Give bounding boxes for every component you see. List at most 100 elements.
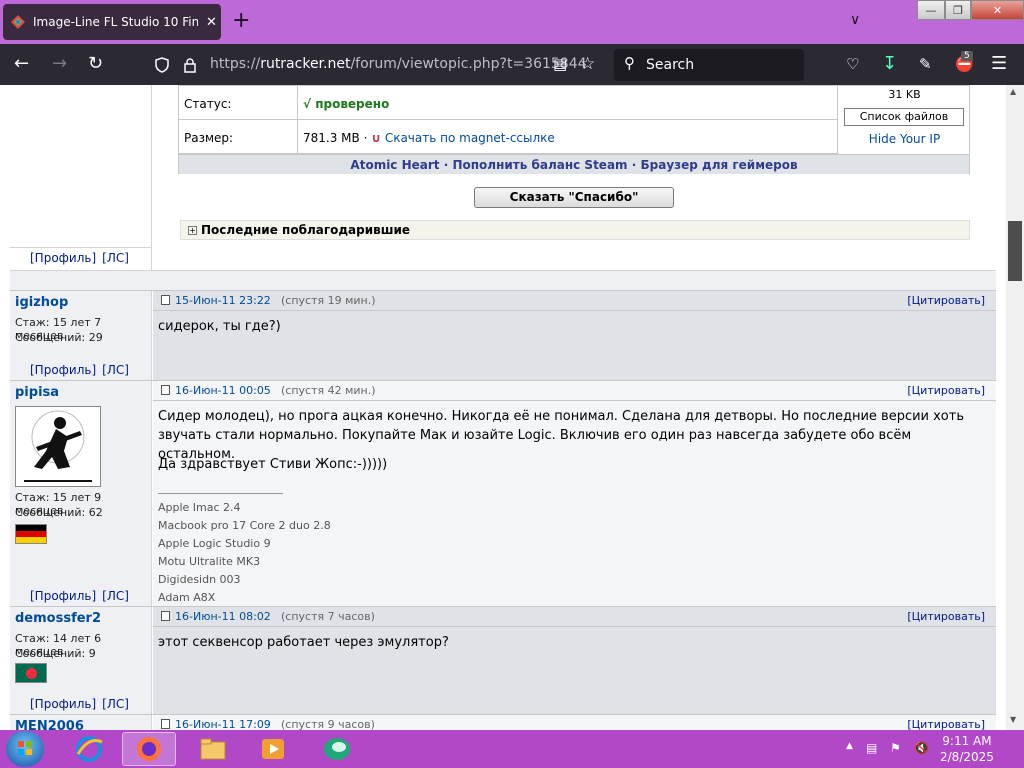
maximize-button[interactable]: ❐ [945,0,971,20]
profile-links: [Профиль] [ЛС] [30,697,135,711]
tab-close-icon[interactable]: ✕ [206,15,217,30]
url-text[interactable]: https://rutracker.net/forum/viewtopic.ph… [210,56,587,72]
status-value: √ проверено [303,97,389,111]
post-date[interactable]: 15-Июн-11 23:22 [175,294,271,307]
system-clock[interactable]: 9:11 AM 2/8/2025 [940,733,994,765]
post-date[interactable]: 16-Июн-11 00:05 [175,384,271,397]
profile-link[interactable]: [Профиль] [30,251,96,265]
torrent-file-size: 31 KB [888,88,921,101]
minimize-button[interactable]: — [917,0,945,20]
magnet-link[interactable]: Скачать по magnet-ссылке [385,131,555,145]
pm-link[interactable]: [ЛС] [102,363,129,377]
windows-start-button[interactable] [6,731,44,767]
guitarist-silhouette-icon [24,410,92,482]
page-content: [Профиль] [ЛС] Статус: √ проверено Размер… [0,85,1006,730]
size-row: Размер: 781.3 MB · ∪ Скачать по magnet-с… [179,120,837,154]
shield-icon[interactable] [154,57,170,73]
reader-view-icon[interactable]: ▤ [553,53,567,75]
pm-link[interactable]: [ЛС] [102,251,129,265]
magnet-icon: ∪ [371,131,381,145]
forum-post: igizhop Стаж: 15 лет 7 месяцев Сообщений… [10,290,996,380]
file-explorer-icon[interactable] [186,732,240,766]
file-list-button[interactable]: Список файлов [844,108,964,126]
separator: · [363,131,368,145]
germany-flag-icon [15,524,47,544]
extensions-icon[interactable]: ✎ [919,53,932,75]
url-scheme: https:// [210,56,261,72]
flag-disc [26,668,37,679]
ad-link[interactable]: Браузер для геймеров [640,158,797,172]
chat-app-icon[interactable] [310,732,364,766]
say-thanks-button[interactable]: Сказать "Спасибо" [474,187,674,208]
ad-link[interactable]: Пополнить баланс Steam [452,158,627,172]
close-window-button[interactable]: ✕ [971,0,1024,20]
lock-icon[interactable] [182,57,198,73]
forum-post: pipisa Стаж: 15 лет 9 месяцев Сообщений:… [10,380,996,606]
hide-ip-link[interactable]: Hide Your IP [838,132,971,146]
tab-title: Image-Line FL Studio 10 Final P [33,15,198,29]
pm-link[interactable]: [ЛС] [102,589,129,603]
forum-post: demossfer2 Стаж: 14 лет 6 месяцев Сообще… [10,606,996,714]
post-author-messages: Сообщений: 62 [15,506,103,519]
search-placeholder: Search [646,57,695,73]
status-row: Статус: √ проверено [179,86,837,120]
profile-link[interactable]: [Профиль] [30,363,96,377]
column-divider [297,120,298,153]
signature-line: Motu Ultralite MK3 [158,555,261,568]
bookmark-star-icon[interactable]: ☆ [580,53,595,75]
post-body-column: 16-Июн-11 08:02 (спустя 7 часов) [Цитиро… [153,607,996,714]
new-tab-button[interactable]: + [232,10,250,32]
internet-explorer-icon[interactable] [62,732,116,766]
post-date[interactable]: 16-Июн-11 08:02 [175,610,271,623]
separator: · [627,158,641,172]
ad-link[interactable]: Atomic Heart [350,158,439,172]
status-text: проверено [315,97,390,111]
post-elapsed: (спустя 7 часов) [281,610,375,623]
post-date[interactable]: 16-Июн-11 17:09 [175,718,271,730]
last-thankers-toggle[interactable]: + Последние поблагодарившие [180,220,970,240]
forward-arrow-icon[interactable]: → [52,53,67,75]
quote-link[interactable]: [Цитировать] [907,294,985,307]
post-author-nick[interactable]: pipisa [15,385,59,400]
profile-link[interactable]: [Профиль] [30,697,96,711]
post-body-column: 16-Июн-11 00:05 (спустя 42 мин.) [Цитиро… [153,381,996,606]
downloads-icon[interactable]: ↧ [882,53,897,75]
list-all-tabs-button[interactable]: ∨ [850,12,860,28]
app-menu-icon[interactable]: ☰ [991,53,1007,75]
profile-link[interactable]: [Профиль] [30,589,96,603]
post-icon [161,719,170,729]
post-header: 16-Июн-11 17:09 (спустя 9 часов) [Цитиро… [153,715,996,730]
quote-link[interactable]: [Цитировать] [907,384,985,397]
search-box[interactable]: ⚲ Search [614,49,804,81]
signature-line: Digidesidn 003 [158,573,241,586]
quote-link[interactable]: [Цитировать] [907,610,985,623]
scroll-up-arrow-icon[interactable]: ▲ [1010,87,1016,96]
back-arrow-icon[interactable]: ← [14,53,29,75]
scroll-down-arrow-icon[interactable]: ▼ [1010,715,1016,724]
torrent-info-table: Статус: √ проверено Размер: 781.3 MB · ∪… [178,85,970,174]
network-icon[interactable]: ▤ [866,741,877,755]
media-player-icon[interactable] [246,732,300,766]
profile-links: [Профиль] [ЛС] [30,589,135,603]
firefox-icon[interactable] [122,732,176,766]
page-scrollbar[interactable]: ▲ ▼ [1006,85,1024,730]
post-author-nick[interactable]: demossfer2 [15,611,101,626]
expand-plus-icon[interactable]: + [188,226,197,235]
volume-muted-icon[interactable]: 🔇 [914,741,929,755]
first-post-profile-cell: [Профиль] [ЛС] [10,247,152,270]
url-bar[interactable]: https://rutracker.net/forum/viewtopic.ph… [148,49,608,81]
reload-icon[interactable]: ↻ [88,53,103,75]
clock-date: 2/8/2025 [940,750,994,764]
quote-link[interactable]: [Цитировать] [907,718,985,730]
browser-tab[interactable]: Image-Line FL Studio 10 Final P ✕ [3,4,221,40]
extension-badge: 5 [961,51,973,61]
post-author-nick[interactable]: igizhop [15,295,68,310]
scroll-thumb[interactable] [1008,221,1022,281]
post-text: этот секвенсор работает через эмулятор? [158,635,449,650]
show-hidden-icons-icon[interactable]: ▲ [846,741,853,751]
action-center-flag-icon[interactable]: ⚑ [890,741,901,755]
pocket-icon[interactable]: ♡ [846,53,859,75]
post-body-column: 16-Июн-11 17:09 (спустя 9 часов) [Цитиро… [153,715,996,730]
pm-link[interactable]: [ЛС] [102,697,129,711]
post-author-nick[interactable]: MEN2006 [15,719,84,730]
